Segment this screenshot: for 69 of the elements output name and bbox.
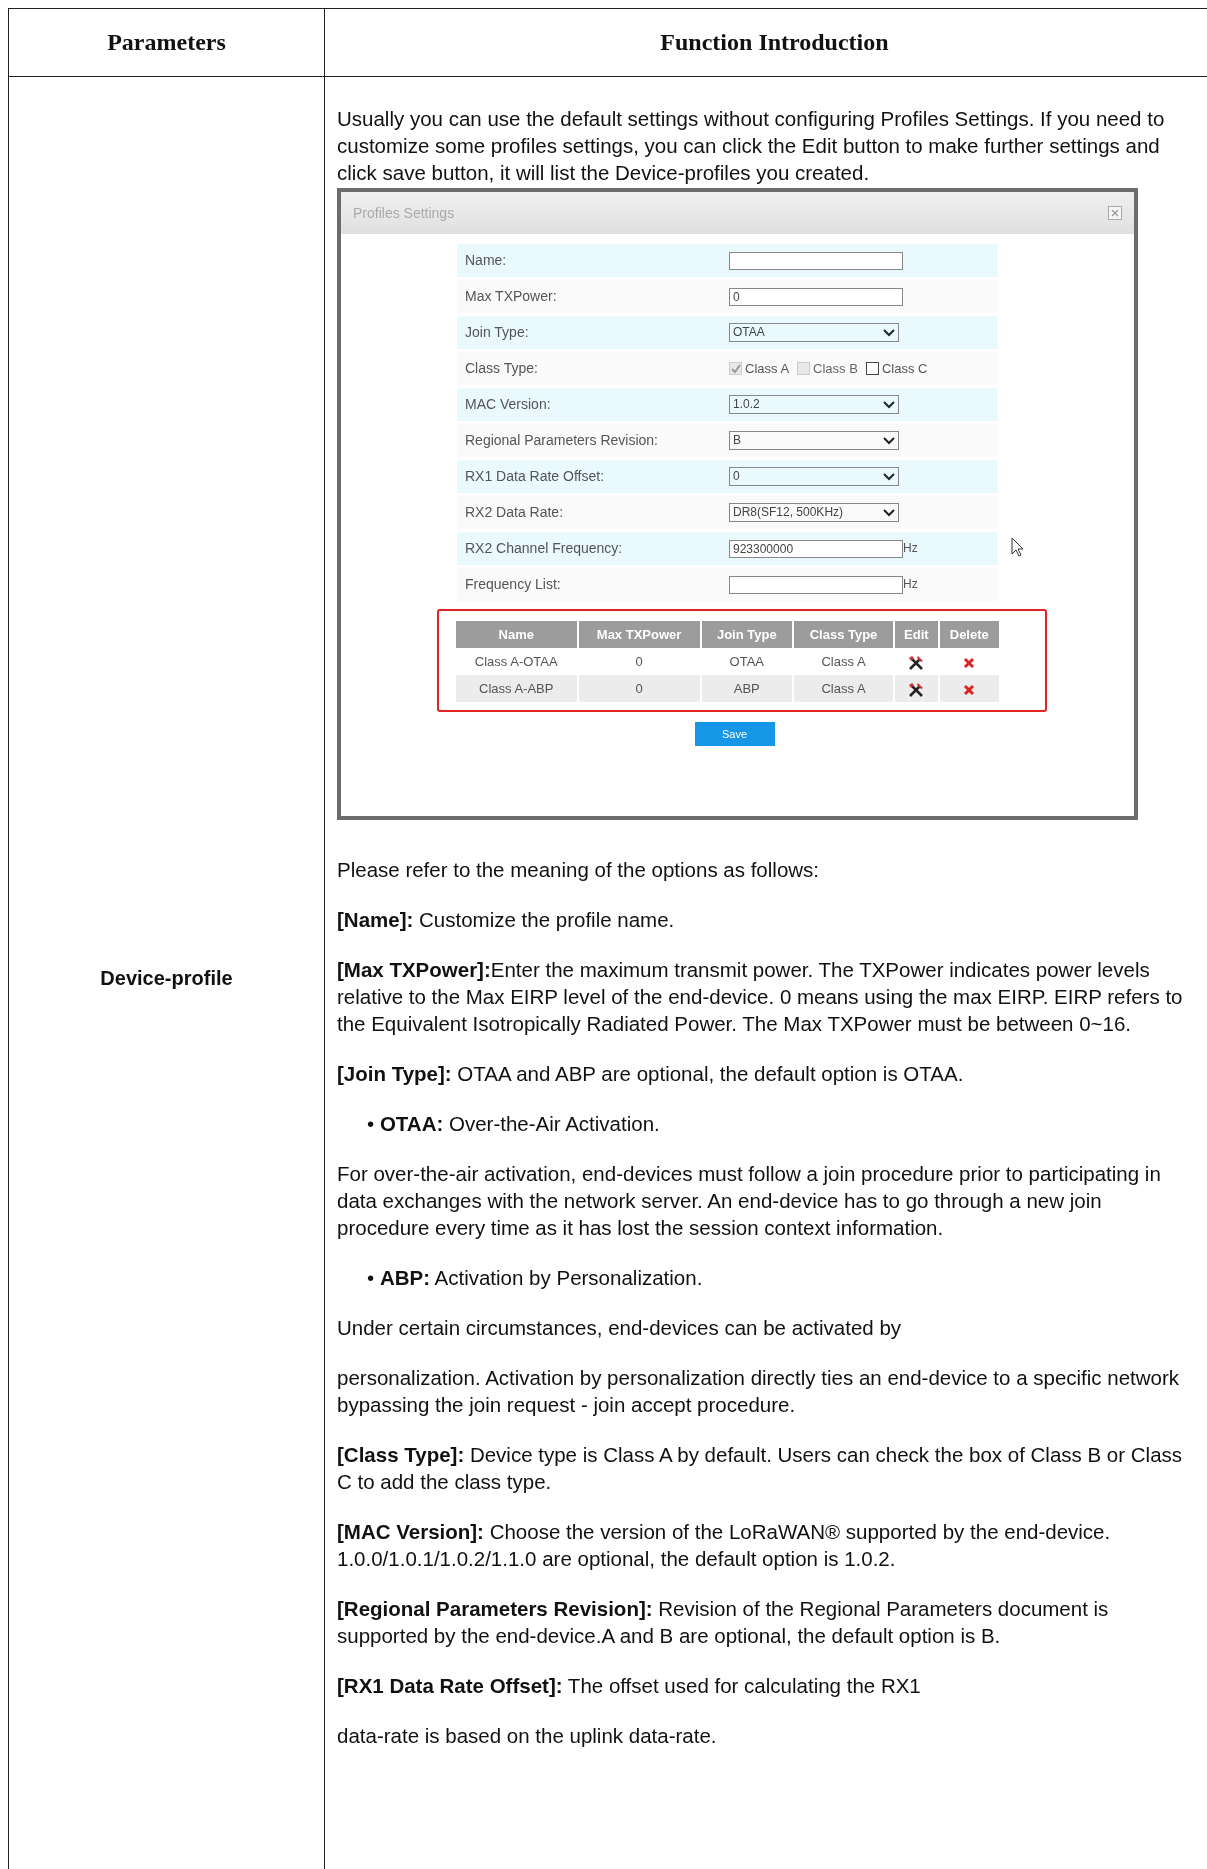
chevron-down-icon: [883, 400, 895, 409]
dropdown[interactable]: 0: [729, 467, 899, 486]
field-label: RX2 Channel Frequency:: [464, 539, 624, 558]
paragraph: [Join Type]: OTAA and ABP are optional, the default option is OTAA.: [337, 1061, 965, 1087]
table-cell: Class A: [792, 648, 895, 675]
close-button[interactable]: [1108, 206, 1122, 220]
text-field[interactable]: 923300000: [729, 539, 903, 558]
field-label: Frequency List:: [464, 575, 562, 594]
field-label: MAC Version:: [464, 395, 552, 414]
table-cell: ABP: [700, 675, 793, 702]
paragraph: Under certain circumstances, end-devices can be activated by: [337, 1315, 903, 1341]
checkbox-label: Class C: [881, 360, 928, 378]
paragraph: For over-the-air activation, end-devices must follow a join procedure prior to participating in data exchanges with the network server. An end-device has to go through a new join procedure every time as it has lost the session context information.: [337, 1161, 1162, 1241]
checkbox-label: Class B: [813, 360, 858, 378]
field-label: Class Type:: [464, 359, 539, 378]
paragraph: [Regional Parameters Revision]: Revision of the Regional Parameters document is supported by the end-device.A and B are optional, the default option is B.: [337, 1596, 1110, 1649]
table-header: Delete: [938, 621, 1000, 648]
dropdown[interactable]: 1.0.2: [729, 395, 899, 414]
table-cell: Class A-ABP: [456, 675, 578, 702]
text-field[interactable]: [729, 251, 903, 270]
paragraph: [Max TXPower]:Enter the maximum transmit power. The TXPower indicates power levels relative to the Max EIRP level of the end-device. 0 means using the max EIRP. EIRP refers to the Equivalent Isotropically Radiated Power. The Max TXPower must be between 0~16.: [337, 957, 1184, 1037]
table-header: Join Type: [700, 621, 793, 648]
unit-label: Hz: [903, 576, 918, 593]
field-label: Join Type:: [464, 323, 530, 342]
bullet-item: • ABP: Activation by Personalization.: [366, 1265, 704, 1291]
column-header: Function Introduction: [660, 29, 889, 56]
field-label: Max TXPower:: [464, 287, 558, 306]
field-label: Name:: [464, 251, 508, 270]
paragraph: [Class Type]: Device type is Class A by default. Users can check the box of Class B or Class C to add the class type.: [337, 1442, 1184, 1495]
delete-icon[interactable]: [963, 683, 976, 696]
bullet-item: • OTAA: Over-the-Air Activation.: [366, 1111, 661, 1137]
chevron-down-icon: [883, 436, 895, 445]
checkbox-label: Class A: [745, 360, 790, 378]
field-label: RX1 Data Rate Offset:: [464, 467, 606, 486]
column-header: Parameters: [107, 29, 226, 56]
chevron-down-icon: [883, 508, 895, 517]
intro-paragraph: Usually you can use the default settings without configuring Profiles Settings. If you need to customize some profiles settings, you can click the Edit button to make further settings and click save button, it will list the Device-profiles you created.: [337, 106, 1166, 186]
table-header: Class Type: [792, 621, 895, 648]
table-cell: 0: [577, 675, 701, 702]
table-cell: 0: [577, 648, 701, 675]
field-label: Regional Parameters Revision:: [464, 431, 659, 450]
text-field[interactable]: [729, 575, 903, 594]
paragraph: [Name]: Customize the profile name.: [337, 907, 676, 933]
paragraph: Please refer to the meaning of the options as follows:: [337, 857, 821, 883]
dropdown[interactable]: OTAA: [729, 323, 899, 342]
checkbox[interactable]: [865, 362, 879, 375]
dropdown[interactable]: DR8(SF12, 500KHz): [729, 503, 899, 522]
table-header: Edit: [894, 621, 939, 648]
dropdown[interactable]: B: [729, 431, 899, 450]
delete-icon[interactable]: [963, 656, 976, 669]
mouse-pointer-icon: [1011, 537, 1024, 557]
tools-icon[interactable]: [907, 653, 926, 672]
paragraph: personalization. Activation by personalization directly ties an end-device to a specific network bypassing the join request - join accept procedure.: [337, 1365, 1181, 1418]
text-field[interactable]: 0: [729, 287, 903, 306]
chevron-down-icon: [883, 328, 895, 337]
table-cell: Class A: [792, 675, 895, 702]
tools-icon[interactable]: [907, 680, 926, 699]
paragraph: [MAC Version]: Choose the version of the LoRaWAN® supported by the end-device. 1.0.0/1.0.1/1.0.2/1.1.0 are optional, the default option is 1.0.2.: [337, 1519, 1112, 1572]
field-label: RX2 Data Rate:: [464, 503, 565, 522]
table-header: Name: [456, 621, 578, 648]
chevron-down-icon: [883, 472, 895, 481]
dialog-title: Profiles Settings: [353, 203, 455, 223]
parameter-name: Device-profile: [100, 966, 233, 990]
paragraph: [RX1 Data Rate Offset]: The offset used for calculating the RX1: [337, 1673, 922, 1699]
paragraph: data-rate is based on the uplink data-rate.: [337, 1723, 718, 1749]
unit-label: Hz: [903, 540, 918, 557]
table-cell: Class A-OTAA: [456, 648, 578, 675]
table-header: Max TXPower: [577, 621, 701, 648]
table-cell: OTAA: [700, 648, 793, 675]
